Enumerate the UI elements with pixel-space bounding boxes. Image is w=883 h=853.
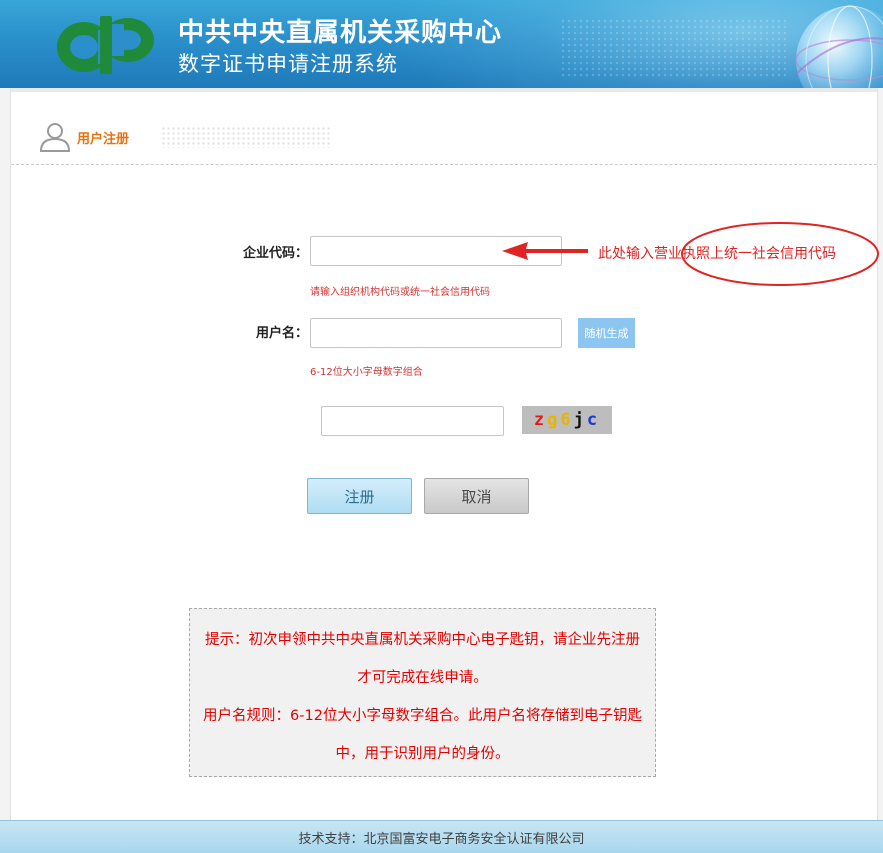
username-hint: 6-12位大小字母数字组合: [310, 367, 423, 378]
footer: 技术支持：北京国富安电子商务安全认证有限公司: [0, 820, 883, 853]
notice-line: 提示：初次申领中共中央直属机关采购中心电子匙钥，请企业先注册才可完成在线申请。: [205, 632, 640, 686]
username-input[interactable]: [310, 318, 562, 348]
notice-box: 提示：初次申领中共中央直属机关采购中心电子匙钥，请企业先注册才可完成在线申请。 …: [189, 608, 656, 777]
enterprise-code-hint: 请输入组织机构代码或统一社会信用代码: [310, 287, 490, 298]
captcha-char: z: [533, 410, 548, 430]
username-label: 用户名：: [256, 326, 309, 341]
logo-icon: [57, 16, 154, 74]
captcha-input[interactable]: [321, 406, 504, 436]
cancel-button[interactable]: 取消: [424, 478, 529, 514]
captcha-char: c: [586, 410, 601, 430]
section-header: 用户注册: [11, 108, 877, 165]
app-subtitle: 数字证书申请注册系统: [178, 52, 398, 76]
captcha-char: j: [573, 410, 587, 430]
header-banner: 中共中央直属机关采购中心 数字证书申请注册系统: [0, 0, 883, 88]
captcha-char: 6: [560, 410, 574, 430]
captcha-image[interactable]: z g 6 j c: [522, 406, 612, 434]
notice-line: 用户名规则：6-12位大小字母数字组合。此用户名将存储到电子钥匙中，用于识别用户…: [203, 708, 642, 762]
annotation-text: 此处输入营业执照上统一社会信用代码: [598, 246, 836, 262]
section-title: 用户注册: [77, 132, 130, 147]
footer-text: 技术支持：北京国富安电子商务安全认证有限公司: [298, 831, 585, 847]
app-title: 中共中央直属机关采购中心: [178, 18, 503, 48]
captcha-char: g: [547, 410, 561, 430]
register-button[interactable]: 注册: [307, 478, 412, 514]
enterprise-code-label: 企业代码：: [243, 246, 309, 261]
globe-icon: [795, 5, 883, 88]
random-generate-button[interactable]: 随机生成: [578, 318, 635, 348]
user-icon: [39, 123, 71, 152]
